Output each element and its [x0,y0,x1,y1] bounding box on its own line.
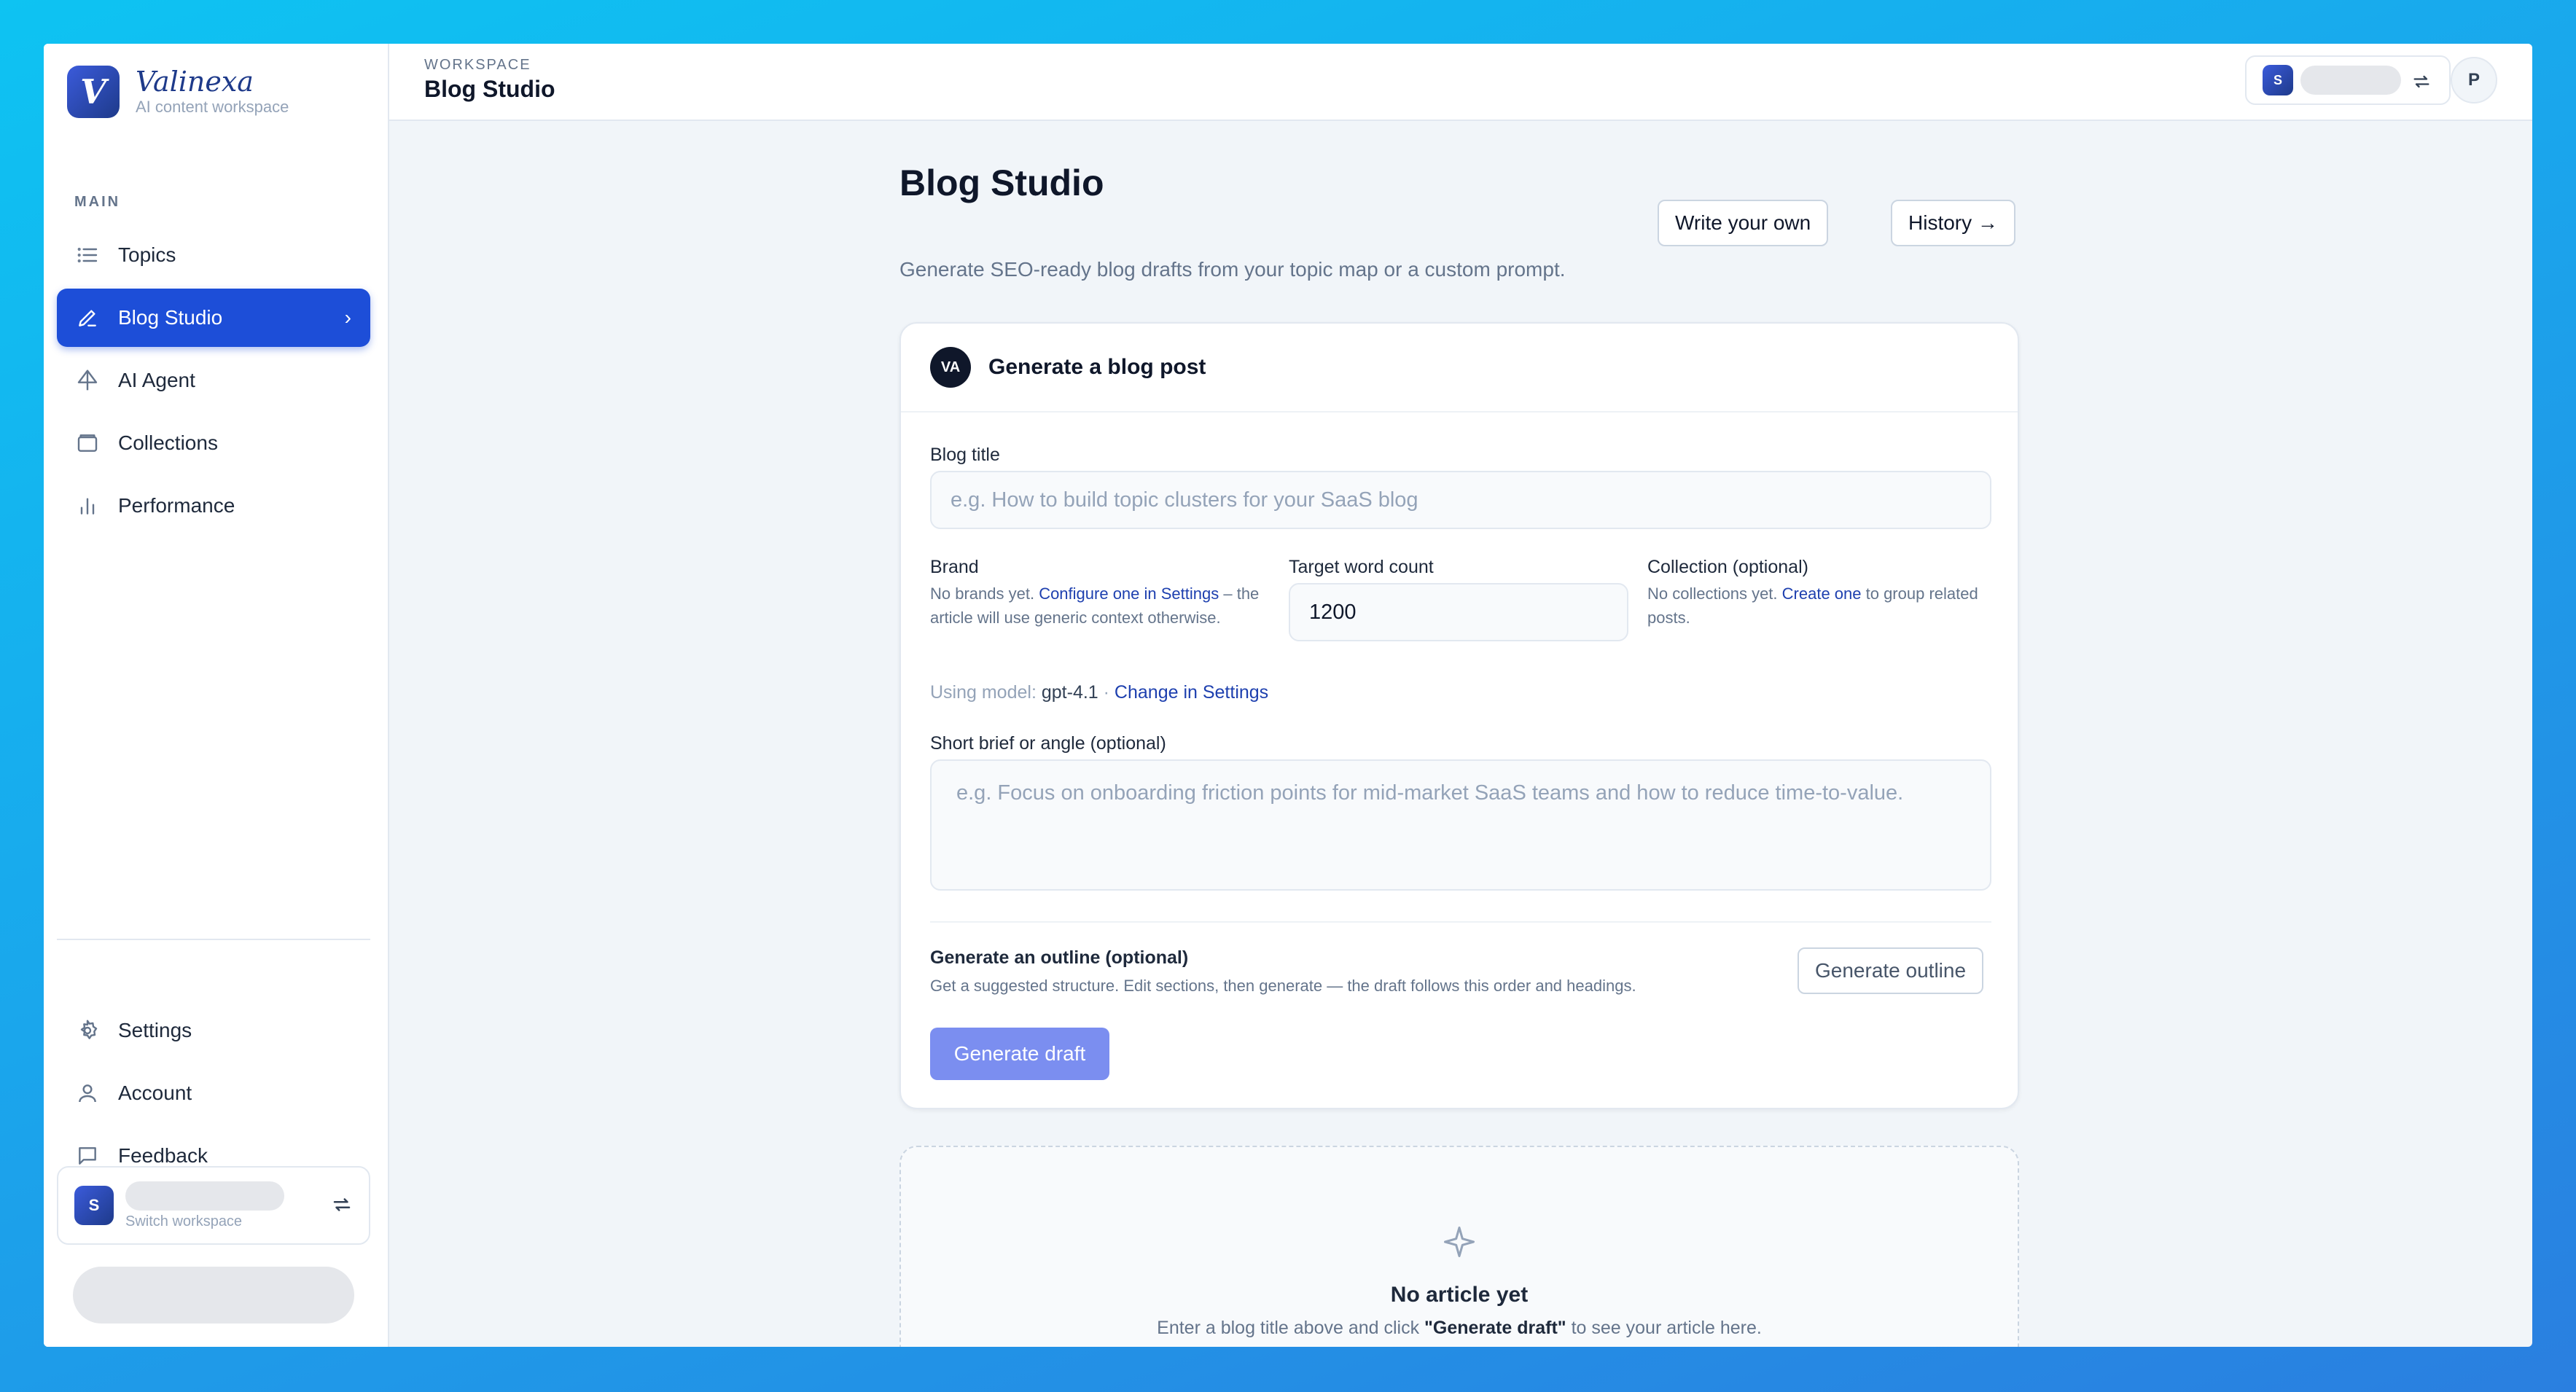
sidebar-item-label: AI Agent [118,369,195,391]
history-button[interactable]: History → [1891,200,2015,246]
sidebar-item-performance[interactable]: Performance [57,477,370,535]
sidebar-item-label: Performance [118,494,235,517]
page-subtitle: Generate SEO-ready blog drafts from your… [899,258,1566,281]
message-icon [74,1143,101,1169]
chevron-right-icon: › [344,306,351,329]
sidebar-loading-placeholder [73,1267,354,1323]
sidebar-item-label: Blog Studio [118,306,223,329]
generate-draft-button[interactable]: Generate draft [930,1028,1109,1080]
brand-logo[interactable]: V Valinexa AI content workspace [67,66,289,118]
sidebar-item-settings[interactable]: Settings [57,1001,370,1060]
sidebar-nav: Topics Blog Studio › AI Agent Collection… [57,226,370,539]
sidebar-item-blog-studio[interactable]: Blog Studio › [57,289,370,347]
swap-icon[interactable] [331,1194,353,1219]
list-icon [74,242,101,268]
sidebar-item-collections[interactable]: Collections [57,414,370,472]
workspace-avatar: S [74,1186,114,1225]
sparkle-icon [1440,1223,1478,1264]
assistant-avatar: VA [930,347,971,388]
create-collection-link[interactable]: Create one [1782,584,1862,603]
brand-name: Valinexa [136,66,254,98]
empty-title: No article yet [1390,1283,1529,1307]
workspace-name-placeholder [125,1181,284,1211]
change-model-link[interactable]: Change in Settings [1115,682,1268,703]
logo-mark-icon: V [67,66,120,118]
card-header: VA Generate a blog post [901,324,2018,412]
blog-title-input[interactable]: e.g. How to build topic clusters for you… [930,471,1991,529]
sidebar-item-topics[interactable]: Topics [57,226,370,284]
workspace-name-placeholder [2300,66,2401,95]
topbar-title: Blog Studio [424,76,555,102]
workspace-switcher[interactable]: S Switch workspace [57,1166,370,1245]
write-your-own-button[interactable]: Write your own [1658,200,1829,246]
user-icon [74,1080,101,1106]
brand-tagline: AI content workspace [136,98,289,116]
workspace-avatar: S [2263,65,2293,95]
collection-hint: No collections yet. Create one to group … [1647,584,1978,627]
swap-icon [2411,71,2432,95]
page-title: Blog Studio [899,163,1104,203]
sidebar: V Valinexa AI content workspace MAIN Top… [44,44,389,1347]
sidebar-item-label: Feedback [118,1144,208,1167]
word-count-label: Target word count [1289,557,1434,577]
gear-icon [74,1017,101,1044]
app-window: V Valinexa AI content workspace MAIN Top… [44,44,2532,1347]
outline-title: Generate an outline (optional) [930,947,1189,968]
section-divider [930,921,1991,923]
bar-chart-icon [74,493,101,519]
empty-subtitle: Enter a blog title above and click "Gene… [1157,1318,1762,1338]
main-area: WORKSPACE Blog Studio S P Blog Studio Wr… [389,44,2532,1347]
configure-brand-link[interactable]: Configure one in Settings [1039,584,1219,603]
workspace-switch-label: Switch workspace [125,1213,243,1229]
topbar: WORKSPACE Blog Studio S P [389,44,2532,121]
topbar-workspace-switcher[interactable]: S [2245,55,2451,105]
folder-icon [74,430,101,456]
brand-hint: No brands yet. Configure one in Settings… [930,584,1260,627]
sidebar-item-label: Topics [118,243,176,266]
sidebar-item-label: Settings [118,1019,192,1041]
sidebar-divider [57,939,370,940]
model-name: gpt-4.1 [1041,682,1098,703]
sidebar-item-label: Collections [118,431,218,454]
sidebar-section-label: MAIN [74,194,121,210]
model-info: Using model: gpt-4.1 · Change in Setting… [930,682,1269,703]
generate-outline-button[interactable]: Generate outline [1798,947,1984,994]
sail-icon [74,367,101,394]
sidebar-item-ai-agent[interactable]: AI Agent [57,351,370,410]
empty-article-state: No article yet Enter a blog title above … [899,1146,2019,1347]
user-avatar[interactable]: P [2451,57,2497,103]
brand-label: Brand [930,557,979,577]
pencil-icon [74,305,101,331]
brief-label: Short brief or angle (optional) [930,733,1166,754]
blog-title-label: Blog title [930,445,1000,465]
word-count-input[interactable]: 1200 [1289,583,1628,641]
brief-textarea[interactable]: e.g. Focus on onboarding friction points… [930,759,1991,891]
breadcrumb: WORKSPACE [424,57,531,73]
collection-label: Collection (optional) [1647,557,1808,577]
sidebar-item-account[interactable]: Account [57,1064,370,1122]
sidebar-bottom-nav: Settings Account Feedback [57,1001,370,1189]
outline-hint: Get a suggested structure. Edit sections… [930,977,1636,995]
card-title: Generate a blog post [988,355,1206,379]
generate-card: VA Generate a blog post Blog title e.g. … [899,322,2019,1109]
sidebar-item-label: Account [118,1082,192,1104]
